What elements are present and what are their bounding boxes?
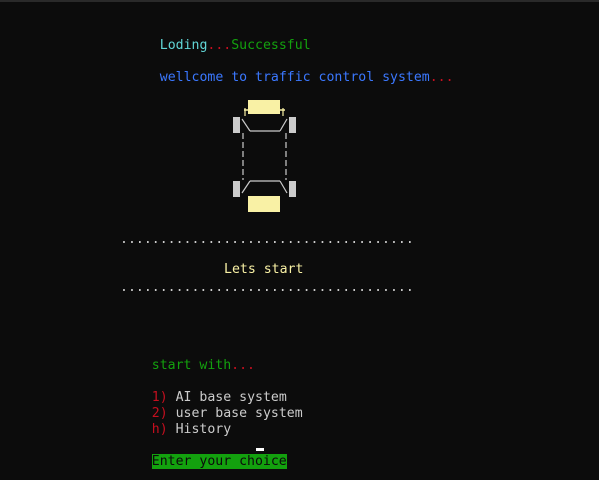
menu-heading: start with (151, 358, 232, 373)
text-cursor-icon (256, 448, 264, 451)
banner-text: Lets start (224, 262, 304, 277)
loading-prefix: Loding (159, 38, 208, 53)
welcome-text: wellcome to traffic control system (159, 70, 430, 85)
menu-heading-dots: ... (231, 358, 255, 373)
divider-top: ..................................... (120, 232, 414, 247)
welcome-line: wellcome to traffic control system... (128, 54, 454, 102)
choice-prompt[interactable]: Enter your choice (120, 438, 287, 480)
choice-prompt-text: Enter your choice (151, 454, 287, 469)
divider-bottom: ..................................... (120, 280, 414, 295)
menu-item-key: h) (151, 422, 168, 437)
terminal-window[interactable]: Loding...Successful wellcome to traffic … (0, 0, 599, 480)
loading-status: Successful (231, 38, 311, 53)
car-top-view-icon (230, 97, 300, 217)
loading-dots: ... (207, 38, 232, 53)
menu-item-label: History (175, 422, 232, 437)
welcome-dots: ... (429, 70, 454, 85)
